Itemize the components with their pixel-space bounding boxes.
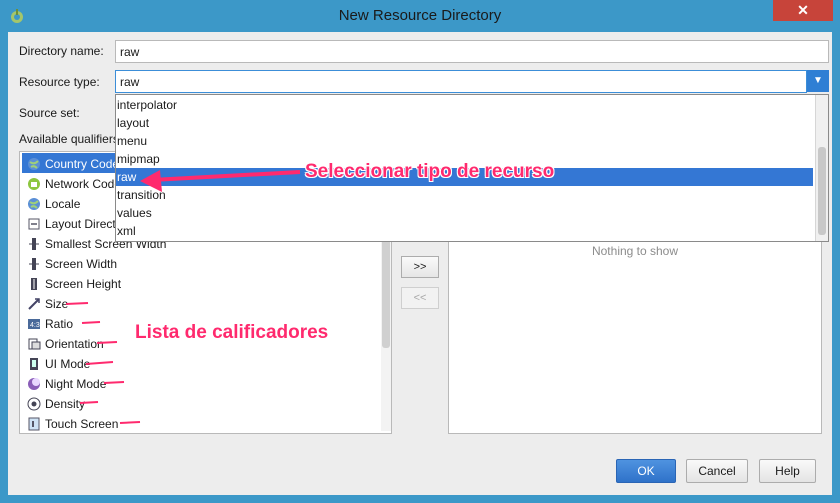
touch-icon xyxy=(28,417,40,431)
popup-scrollbar[interactable] xyxy=(815,95,828,241)
remove-qualifier-button[interactable]: << xyxy=(401,287,439,309)
resource-type-option[interactable]: transition xyxy=(116,186,813,204)
resource-type-label: Resource type: xyxy=(19,75,100,89)
qualifier-label: Network Code xyxy=(45,176,122,191)
resource-type-option[interactable]: interpolator xyxy=(116,96,813,114)
cancel-button[interactable]: Cancel xyxy=(686,459,748,483)
qualifier-label: Night Mode xyxy=(45,376,107,391)
resource-type-option[interactable]: menu xyxy=(116,132,813,150)
window-title: New Resource Directory xyxy=(338,7,502,24)
qualifier-label: Ratio xyxy=(45,316,74,331)
qualifier-item[interactable]: Screen Width xyxy=(22,253,367,273)
directory-name-input[interactable]: raw xyxy=(115,40,829,63)
width-icon xyxy=(29,237,39,250)
height-icon xyxy=(31,277,37,290)
globe-icon xyxy=(28,157,40,170)
density-icon xyxy=(27,397,41,411)
directory-name-label: Directory name: xyxy=(19,44,104,58)
qualifier-label: Screen Height xyxy=(45,276,122,291)
direction-icon xyxy=(28,218,40,230)
qualifier-item[interactable]: Density xyxy=(22,393,367,413)
dialog-window: New Resource Directory ✕ Directory name:… xyxy=(0,0,840,503)
qualifier-label: Orientation xyxy=(45,336,104,351)
ui-mode-icon xyxy=(30,357,38,370)
ok-button[interactable]: OK xyxy=(616,459,676,483)
qualifier-item[interactable]: Night Mode xyxy=(22,373,367,393)
qualifier-item[interactable]: Size xyxy=(22,293,367,313)
qualifier-item[interactable]: Screen Height xyxy=(22,273,367,293)
night-mode-icon xyxy=(28,377,40,390)
help-button[interactable]: Help xyxy=(759,459,816,483)
resource-type-option[interactable]: layout xyxy=(116,114,813,132)
popup-scroll-thumb[interactable] xyxy=(818,147,826,235)
annotation-qualifiers: Lista de calificadores xyxy=(135,322,329,343)
resource-type-value: raw xyxy=(120,75,140,89)
title-bar[interactable]: New Resource Directory ✕ xyxy=(0,0,840,32)
dialog-content: Directory name: raw Resource type: raw ▼… xyxy=(8,32,832,495)
network-icon xyxy=(28,177,40,190)
resource-type-option[interactable]: xml xyxy=(116,222,813,240)
size-icon xyxy=(28,298,40,310)
resource-type-dropdown-button[interactable]: ▼ xyxy=(807,70,829,92)
globe-icon xyxy=(28,197,40,210)
resource-type-option[interactable]: values xyxy=(116,204,813,222)
qualifier-label: Touch Screen xyxy=(45,416,119,431)
qualifier-item[interactable]: Touch Screen xyxy=(22,413,367,433)
orientation-icon xyxy=(28,338,41,350)
ratio-icon: 4:3 xyxy=(28,318,40,329)
qualifier-item[interactable]: UI Mode xyxy=(22,353,367,373)
annotation-resource-type: Seleccionar tipo de recurso xyxy=(305,161,555,182)
empty-list-message: Nothing to show xyxy=(591,244,679,258)
close-button[interactable]: ✕ xyxy=(773,0,833,21)
available-qualifiers-label: Available qualifiers: xyxy=(19,132,123,146)
chosen-qualifiers-list[interactable]: Nothing to show xyxy=(448,231,822,434)
qualifier-label: Size xyxy=(45,296,69,311)
chevron-down-icon: ▼ xyxy=(813,75,823,86)
qualifier-label: Screen Width xyxy=(45,256,118,271)
qualifier-label: Country Code xyxy=(45,156,120,171)
directory-name-value: raw xyxy=(120,45,140,59)
qualifier-label: UI Mode xyxy=(45,356,91,371)
svg-text:4:3: 4:3 xyxy=(30,322,40,329)
add-qualifier-button[interactable]: >> xyxy=(401,256,439,278)
resource-type-combo[interactable]: raw xyxy=(115,70,807,93)
width-icon xyxy=(29,257,39,270)
qualifier-label: Locale xyxy=(45,196,81,211)
qualifier-label: Density xyxy=(45,396,86,411)
close-icon: ✕ xyxy=(797,2,809,18)
source-set-label: Source set: xyxy=(19,106,80,120)
